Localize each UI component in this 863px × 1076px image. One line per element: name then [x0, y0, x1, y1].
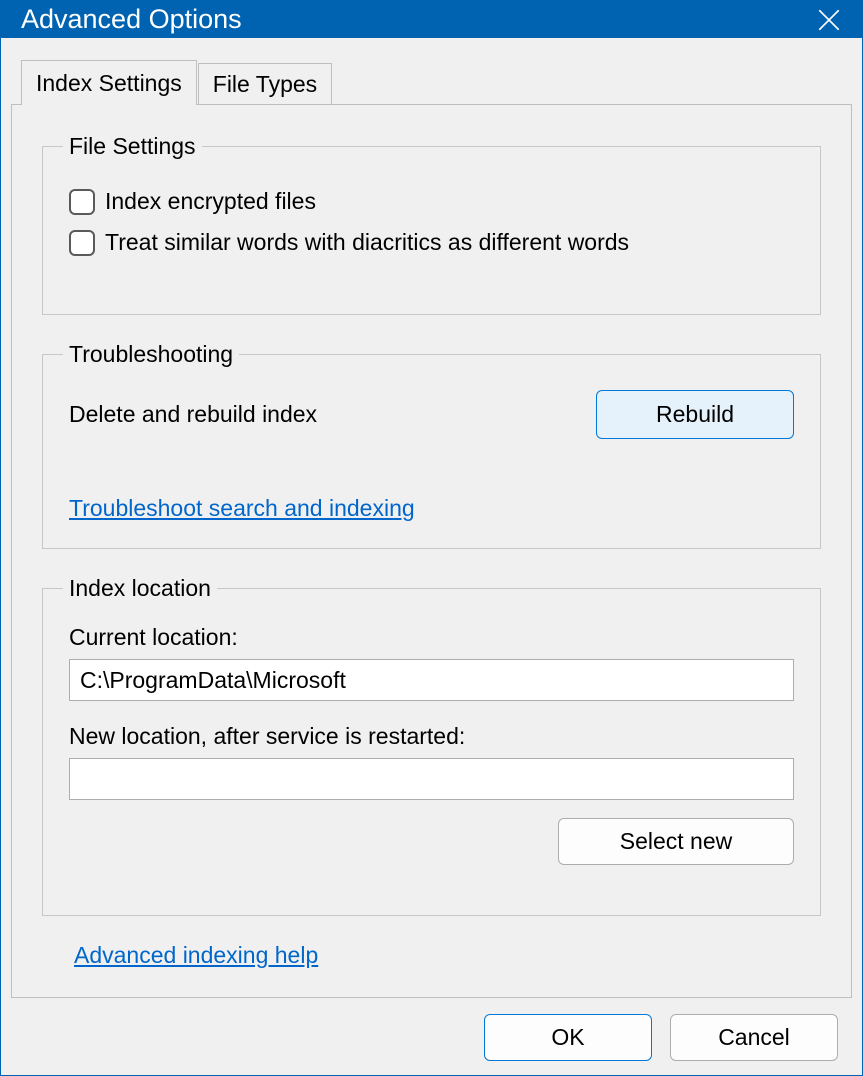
new-location-field[interactable]	[69, 758, 794, 800]
dialog-footer: OK Cancel	[11, 998, 852, 1061]
file-settings-legend: File Settings	[63, 133, 202, 160]
current-location-field[interactable]	[69, 659, 794, 701]
tab-panel-index-settings: File Settings Index encrypted files Trea…	[11, 104, 852, 998]
titlebar: Advanced Options	[1, 1, 862, 38]
checkbox-row-diacritics: Treat similar words with diacritics as d…	[69, 229, 794, 256]
window-title: Advanced Options	[21, 4, 814, 35]
ok-button[interactable]: OK	[484, 1014, 652, 1061]
select-new-row: Select new	[69, 818, 794, 865]
tab-file-types[interactable]: File Types	[198, 63, 332, 104]
rebuild-button[interactable]: Rebuild	[596, 390, 794, 439]
help-link-row: Advanced indexing help	[74, 942, 821, 969]
current-location-label: Current location:	[69, 624, 794, 651]
advanced-options-window: Advanced Options Index Settings File Typ…	[0, 0, 863, 1076]
index-location-group: Index location Current location: New loc…	[42, 575, 821, 916]
tabs-row: Index Settings File Types	[21, 60, 852, 104]
troubleshooting-group: Troubleshooting Delete and rebuild index…	[42, 341, 821, 549]
new-location-label: New location, after service is restarted…	[69, 723, 794, 750]
troubleshoot-search-link[interactable]: Troubleshoot search and indexing	[69, 495, 415, 521]
dialog-content: Index Settings File Types File Settings …	[1, 38, 862, 1075]
tab-index-settings[interactable]: Index Settings	[21, 60, 197, 105]
advanced-indexing-help-link[interactable]: Advanced indexing help	[74, 942, 318, 968]
select-new-button[interactable]: Select new	[558, 818, 794, 865]
index-location-legend: Index location	[63, 575, 217, 602]
rebuild-label: Delete and rebuild index	[69, 401, 317, 428]
rebuild-row: Delete and rebuild index Rebuild	[69, 390, 794, 439]
cancel-button[interactable]: Cancel	[670, 1014, 838, 1061]
troubleshooting-legend: Troubleshooting	[63, 341, 239, 368]
checkbox-row-encrypted: Index encrypted files	[69, 188, 794, 215]
file-settings-group: File Settings Index encrypted files Trea…	[42, 133, 821, 315]
checkbox-index-encrypted[interactable]	[69, 189, 95, 215]
checkbox-label-diacritics: Treat similar words with diacritics as d…	[105, 229, 629, 256]
close-icon[interactable]	[814, 5, 844, 35]
checkbox-diacritics[interactable]	[69, 230, 95, 256]
checkbox-label-encrypted: Index encrypted files	[105, 188, 316, 215]
